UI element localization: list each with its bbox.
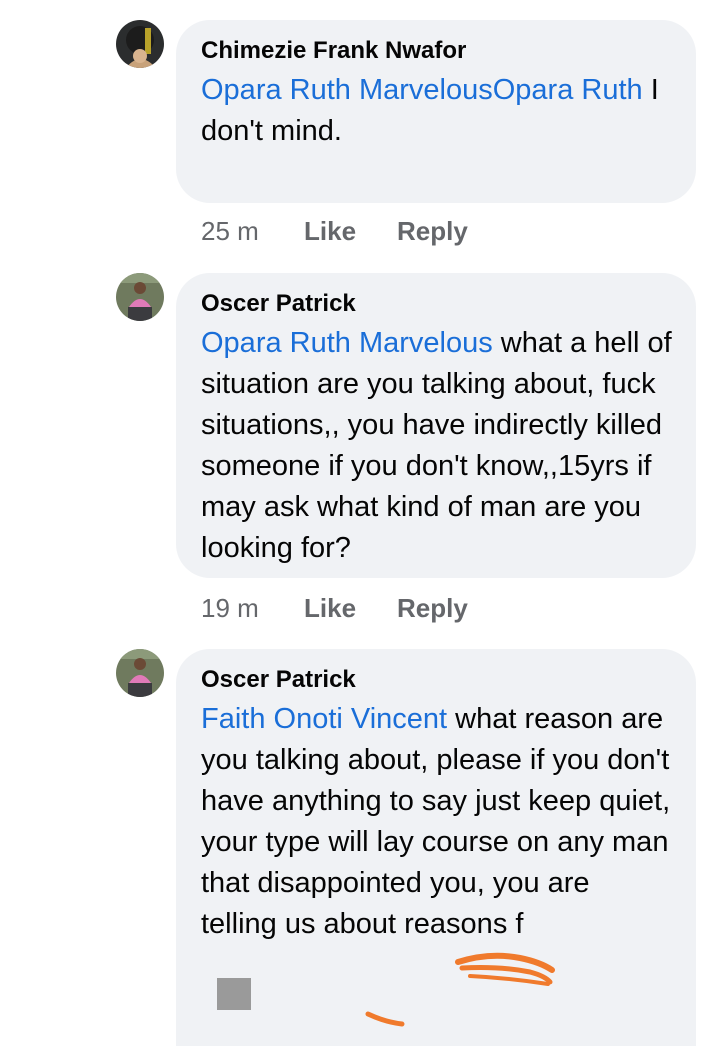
- like-button[interactable]: Like: [304, 216, 356, 247]
- comment-author[interactable]: Oscer Patrick: [201, 289, 672, 319]
- mention-link[interactable]: Faith Onoti Vincent: [201, 703, 447, 735]
- image-placeholder: [217, 978, 251, 1010]
- like-button[interactable]: Like: [304, 593, 356, 624]
- avatar-image: [116, 20, 164, 68]
- reply-button[interactable]: Reply: [397, 216, 468, 247]
- avatar-image: [116, 273, 164, 321]
- comment-bubble: Oscer Patrick Faith Onoti Vincent what r…: [176, 649, 696, 1046]
- comment-timestamp[interactable]: 19 m: [201, 593, 259, 624]
- reply-button[interactable]: Reply: [397, 593, 468, 624]
- avatar[interactable]: [116, 649, 164, 697]
- avatar-image: [116, 649, 164, 697]
- mention-link[interactable]: Opara Ruth Marvelous: [201, 327, 493, 359]
- avatar[interactable]: [116, 20, 164, 68]
- comment-timestamp[interactable]: 25 m: [201, 216, 259, 247]
- comment-text: Opara Ruth MarvelousOpara Ruth I don't m…: [201, 74, 659, 147]
- comment-author[interactable]: Chimezie Frank Nwafor: [201, 36, 672, 66]
- comment-text: Faith Onoti Vincent what reason are you …: [201, 703, 671, 940]
- mention-link[interactable]: Opara Ruth MarvelousOpara Ruth: [201, 74, 643, 106]
- comment-bubble: Oscer Patrick Opara Ruth Marvelous what …: [176, 273, 696, 578]
- comment-bubble: Chimezie Frank Nwafor Opara Ruth Marvelo…: [176, 20, 696, 203]
- comment-author[interactable]: Oscer Patrick: [201, 665, 672, 695]
- avatar[interactable]: [116, 273, 164, 321]
- comment-text: Opara Ruth Marvelous what a hell of situ…: [201, 327, 672, 564]
